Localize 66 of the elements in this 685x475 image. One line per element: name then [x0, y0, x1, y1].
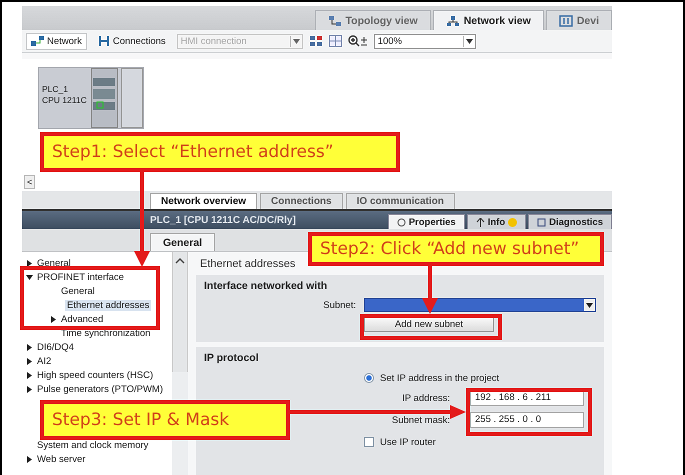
overview-tab[interactable]: IO communication: [346, 193, 455, 209]
warning-icon: [508, 218, 518, 226]
tree-item[interactable]: High speed counters (HSC): [22, 368, 172, 382]
zoom-icon[interactable]: [348, 35, 368, 47]
plc-device[interactable]: PLC_1 CPU 1211C: [38, 67, 144, 129]
subnet-dropdown[interactable]: [364, 298, 596, 312]
collapsed-caret-icon[interactable]: [26, 260, 33, 266]
network-icon: [446, 14, 460, 26]
scroll-up-icon[interactable]: [175, 258, 185, 264]
section-title: Interface networked with: [204, 280, 328, 292]
tree-item[interactable]: Pulse generators (PTO/PWM): [22, 382, 172, 396]
collapsed-caret-icon[interactable]: [50, 316, 57, 322]
overview-tab[interactable]: Connections: [260, 193, 343, 209]
connections-icon: [98, 35, 110, 47]
properties-icon: [396, 218, 406, 226]
general-tab[interactable]: General: [150, 233, 216, 251]
checkbox[interactable]: [364, 437, 374, 447]
zoom-dropdown[interactable]: 100%: [374, 34, 476, 48]
view-tab[interactable]: Topology view: [314, 10, 431, 30]
diagnostics-icon: [537, 218, 546, 226]
tree-item[interactable]: AI2: [22, 354, 172, 368]
caret-icon: [586, 302, 593, 308]
device-name: PLC_1: [42, 84, 69, 95]
tree-item[interactable]: PROFINET interface: [22, 270, 172, 284]
device-icon: [558, 14, 573, 26]
view-tab[interactable]: Network view: [432, 10, 544, 30]
network-icon: [31, 36, 44, 46]
module-rack-drawing: [90, 68, 143, 128]
topology-icon: [328, 14, 342, 26]
tree-item[interactable]: Ethernet addresses: [22, 298, 172, 312]
section-heading: Ethernet addresses: [199, 258, 296, 270]
overview-tab[interactable]: Network overview: [150, 193, 258, 209]
inspector-tab[interactable]: Properties: [388, 214, 465, 229]
radio-label: Set IP address in the project: [380, 372, 500, 384]
tree-item[interactable]: DI6/DQ4: [22, 340, 172, 354]
callout: Step3: Set IP & Mask: [40, 400, 290, 440]
inspector-tab[interactable]: Diagnostics: [528, 214, 612, 229]
tree-item[interactable]: Advanced: [22, 312, 172, 326]
scrollbar[interactable]: [172, 252, 188, 372]
caret-icon: [292, 38, 300, 44]
network-button[interactable]: Network: [26, 32, 87, 50]
tree-item[interactable]: General: [22, 256, 172, 270]
table-icon[interactable]: [328, 35, 342, 47]
section-title: IP protocol: [204, 352, 260, 364]
callout: Step2: Click “Add new subnet”: [308, 232, 604, 266]
view-tab[interactable]: Devi: [546, 10, 612, 30]
inspector-tab[interactable]: Info: [466, 214, 526, 229]
callout-arrow: [422, 266, 438, 314]
info-icon: [476, 218, 485, 226]
subnet-label: Subnet:: [322, 300, 356, 310]
expanded-caret-icon[interactable]: [26, 274, 33, 280]
caret-icon: [466, 38, 473, 44]
tree-item[interactable]: Web server: [22, 452, 172, 466]
device-type: CPU 1211C: [42, 95, 87, 106]
callout: Step1: Select “Ethernet address”: [40, 132, 400, 172]
grid-icon[interactable]: [308, 35, 323, 47]
checkbox-label: Use IP router: [380, 436, 436, 448]
subnet-mask-field[interactable]: 255 . 255 . 0 . 0: [470, 412, 584, 428]
tree-item[interactable]: General: [22, 284, 172, 298]
radio-button[interactable]: [364, 373, 374, 383]
collapsed-caret-icon[interactable]: [26, 456, 33, 462]
connections-button[interactable]: Connections: [92, 32, 171, 50]
scroll-left-button[interactable]: <: [24, 175, 36, 189]
tree-item[interactable]: System and clock memory: [22, 438, 172, 452]
inspector-title: PLC_1 [CPU 1211C AC/DC/Rly]: [150, 214, 296, 226]
ip-address-label: IP address:: [401, 392, 450, 404]
